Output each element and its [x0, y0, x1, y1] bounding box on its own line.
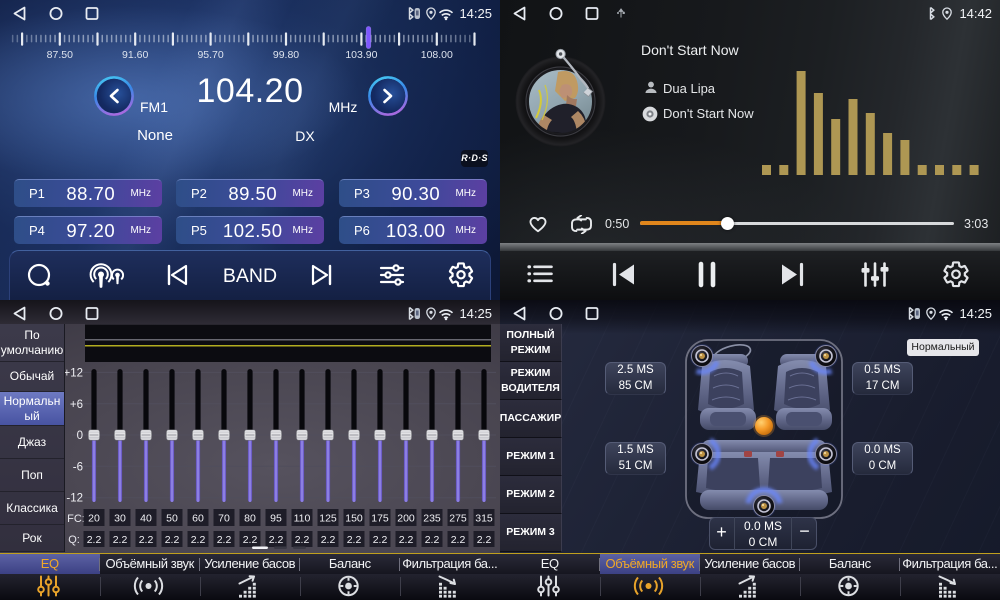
svg-text:2.2: 2.2: [217, 534, 232, 546]
svg-text:2.2: 2.2: [191, 534, 206, 546]
svg-text:2.2: 2.2: [87, 534, 102, 546]
svg-text:20: 20: [88, 513, 100, 525]
svg-text:110: 110: [294, 513, 311, 525]
svg-text:108.00: 108.00: [421, 49, 453, 61]
svg-text:50: 50: [166, 513, 178, 525]
svg-text:2.2: 2.2: [347, 534, 362, 546]
svg-text:87.50: 87.50: [47, 49, 73, 61]
svg-text:14:42: 14:42: [959, 6, 992, 21]
svg-text:Q:: Q:: [68, 534, 80, 546]
svg-text:2.2: 2.2: [243, 534, 258, 546]
svg-text:-12: -12: [66, 493, 83, 505]
svg-text:2.2: 2.2: [477, 534, 492, 546]
svg-text:95.70: 95.70: [197, 49, 223, 61]
svg-text:2.2: 2.2: [451, 534, 466, 546]
svg-text:2.2: 2.2: [165, 534, 180, 546]
svg-text:2.2: 2.2: [269, 534, 284, 546]
svg-text:95: 95: [270, 513, 282, 525]
svg-text:315: 315: [475, 513, 493, 525]
svg-text:2.2: 2.2: [113, 534, 128, 546]
svg-text:0: 0: [77, 430, 83, 442]
svg-text:2.2: 2.2: [139, 534, 154, 546]
svg-text:275: 275: [449, 513, 467, 525]
svg-text:2.2: 2.2: [399, 534, 414, 546]
svg-text:40: 40: [140, 513, 152, 525]
svg-text:+6: +6: [70, 399, 83, 411]
svg-text:200: 200: [397, 513, 415, 525]
svg-text:91.60: 91.60: [122, 49, 148, 61]
svg-text:+12: +12: [63, 368, 83, 380]
svg-text:150: 150: [345, 513, 363, 525]
svg-text:14:25: 14:25: [959, 306, 992, 321]
svg-text:2.2: 2.2: [425, 534, 440, 546]
svg-text:60: 60: [192, 513, 204, 525]
svg-text:BAND: BAND: [223, 265, 277, 287]
svg-text:99.80: 99.80: [273, 49, 299, 61]
svg-text:235: 235: [423, 513, 441, 525]
svg-text:175: 175: [371, 513, 389, 525]
svg-text:103.90: 103.90: [345, 49, 377, 61]
svg-text:30: 30: [114, 513, 126, 525]
svg-text:FC:: FC:: [67, 513, 85, 525]
svg-text:70: 70: [218, 513, 230, 525]
svg-text:2.2: 2.2: [321, 534, 336, 546]
svg-text:80: 80: [244, 513, 256, 525]
svg-text:125: 125: [319, 513, 337, 525]
svg-text:2.2: 2.2: [295, 534, 310, 546]
svg-text:-6: -6: [73, 461, 83, 473]
svg-text:2.2: 2.2: [373, 534, 388, 546]
